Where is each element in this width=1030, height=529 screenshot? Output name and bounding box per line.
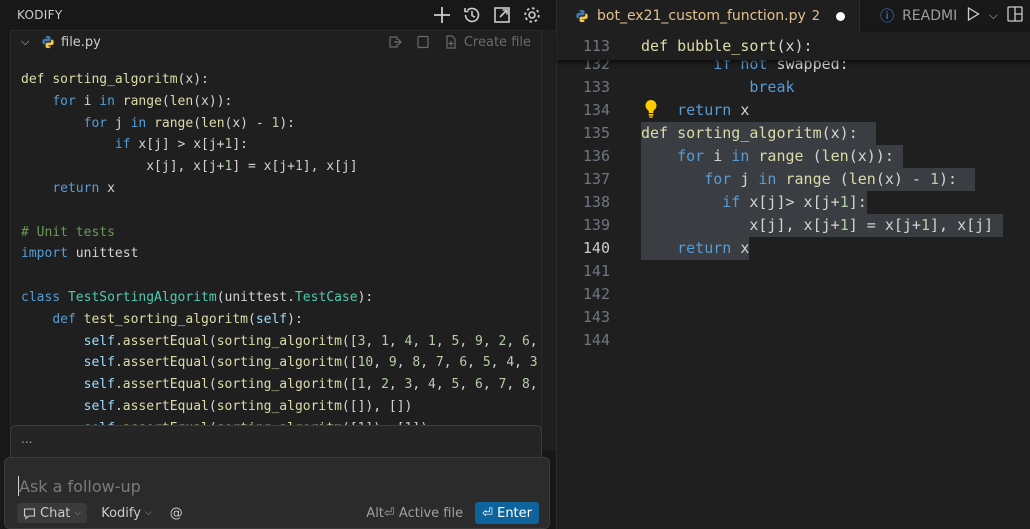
mention-button[interactable]: @ [170, 506, 183, 521]
code-block-tools: Create file [388, 31, 541, 53]
code-line: x[j], x[j+1] = x[j+1], x[j] [641, 216, 994, 234]
editor-panel: bot_ex21_custom_function.py 2 ⓘ READMI ⌵… [556, 0, 1030, 529]
enter-button[interactable]: ⏎ Enter [475, 502, 539, 524]
create-file-button[interactable]: Create file [444, 35, 531, 50]
code-line: if x[j] > x[j+1]: [114, 137, 248, 153]
sticky-scroll-header[interactable]: 113 def bubble_sort(x): [557, 34, 1030, 60]
collapsed-indicator: ... [21, 432, 33, 446]
split-editor-icon[interactable] [1006, 5, 1024, 27]
code-line: x[j], x[j+1] = x[j+1], x[j] [21, 159, 358, 175]
unsaved-dot-icon[interactable] [836, 11, 846, 21]
run-icon[interactable] [965, 6, 981, 26]
panel-scrollbar[interactable] [542, 30, 556, 450]
chevron-down-icon[interactable]: ⌵ [21, 35, 35, 49]
mode-label: Chat [40, 505, 71, 521]
mode-dropdown[interactable]: Chat ⌵ [17, 503, 88, 523]
code-line: for j in range(len(x) - 1): [83, 115, 295, 131]
code-line: for i in range(len(x)): [52, 93, 233, 109]
code-line: for j in range (len(x) - 1): [704, 170, 958, 188]
python-file-icon [42, 35, 54, 49]
python-file-icon [576, 9, 588, 23]
code-line: self.assertEqual(sorting_algoritm([3, 1,… [83, 333, 538, 349]
app-window: KODIFY ⌵ file.py Create file def sorting… [0, 0, 1030, 529]
code-editor[interactable]: 113 def bubble_sort(x): 132 if not swapped… [557, 34, 1030, 529]
kodify-panel: KODIFY ⌵ file.py Create file def sorting… [0, 0, 556, 529]
tab-bot-ex21[interactable]: bot_ex21_custom_function.py 2 [557, 0, 860, 32]
chevron-down-icon: ⌵ [74, 508, 82, 518]
line-number: 144 [582, 331, 610, 349]
code-line: def test_sorting_algoritm(self): [52, 311, 303, 327]
create-file-label: Create file [463, 34, 531, 50]
history-icon[interactable] [460, 3, 484, 27]
line-number: 113 [582, 37, 610, 55]
chat-icon [23, 507, 36, 520]
insert-at-cursor-icon[interactable] [388, 35, 402, 49]
code-line: class TestSortingAlgoritm(unittest.TestC… [21, 289, 374, 305]
code-line: break [749, 78, 795, 96]
code-line: def sorting_algoritm(x): [21, 72, 209, 87]
line-number: 138 [582, 193, 610, 211]
chevron-down-icon[interactable]: ⌵ [989, 9, 997, 23]
active-file-hint[interactable]: Alt⏎ Active file [366, 506, 463, 521]
agent-dropdown[interactable]: Kodify ⌵ [101, 506, 152, 521]
code-line: import unittest [21, 246, 139, 262]
code-block-card: ⌵ file.py Create file def sorting_algori… [10, 30, 542, 450]
collapsed-context[interactable]: ... [10, 425, 542, 457]
line-number: 136 [582, 147, 610, 165]
line-number: 137 [582, 170, 610, 188]
code-snippet: def sorting_algoritm(x): for i in range(… [21, 69, 538, 440]
line-number: 133 [582, 78, 610, 96]
line-number: 140 [582, 239, 610, 257]
code-line: self.assertEqual(sorting_algoritm([]), [… [83, 398, 413, 414]
code-line: # Unit tests [21, 224, 115, 240]
code-block-header: ⌵ file.py Create file [11, 31, 541, 53]
lightbulb-icon[interactable] [644, 99, 658, 119]
line-number: 142 [582, 285, 610, 303]
problems-badge: 2 [811, 8, 821, 24]
code-line: def bubble_sort(x): [641, 37, 813, 55]
code-line: def sorting_algoritm(x): [641, 124, 858, 142]
plus-icon[interactable] [430, 3, 454, 27]
file-name: file.py [61, 34, 101, 50]
line-number: 134 [582, 101, 610, 119]
copy-icon[interactable] [416, 35, 430, 49]
agent-label: Kodify [101, 505, 141, 521]
gear-icon[interactable] [520, 3, 544, 27]
editor-tabs: bot_ex21_custom_function.py 2 ⓘ READMI ⌵ [557, 0, 1030, 32]
new-file-icon [446, 35, 456, 49]
follow-up-input[interactable]: Ask a follow-up [19, 477, 141, 496]
line-number: 143 [582, 308, 610, 326]
code-line: self.assertEqual(sorting_algoritm([1, 2,… [83, 377, 538, 393]
line-number: 141 [582, 262, 610, 280]
info-icon: ⓘ [880, 9, 895, 25]
code-line: self.assertEqual(sorting_algoritm([10, 9… [83, 355, 538, 371]
editor-actions: ⌵ [965, 5, 1030, 27]
code-line: return x [52, 180, 115, 196]
input-toolbar: Chat ⌵ Kodify ⌵ @ Alt⏎ Active file ⏎ Ent… [17, 502, 539, 524]
tab-label: bot_ex21_custom_function.py [597, 8, 806, 24]
chat-input-box[interactable]: Ask a follow-up Chat ⌵ Kodify ⌵ @ Alt⏎ A… [4, 457, 550, 529]
panel-actions [430, 3, 544, 27]
code-line: if x[j]> x[j+1]: [722, 193, 867, 211]
chevron-down-icon: ⌵ [144, 508, 152, 518]
code-line: return x [677, 239, 750, 257]
line-number: 135 [582, 124, 610, 142]
open-external-icon[interactable] [490, 3, 514, 27]
tab-readme[interactable]: ⓘ READMI [859, 0, 965, 32]
tab-label: READMI [902, 8, 958, 24]
line-number: 139 [582, 216, 610, 234]
code-line: for i in range (len(x)): [677, 147, 894, 165]
